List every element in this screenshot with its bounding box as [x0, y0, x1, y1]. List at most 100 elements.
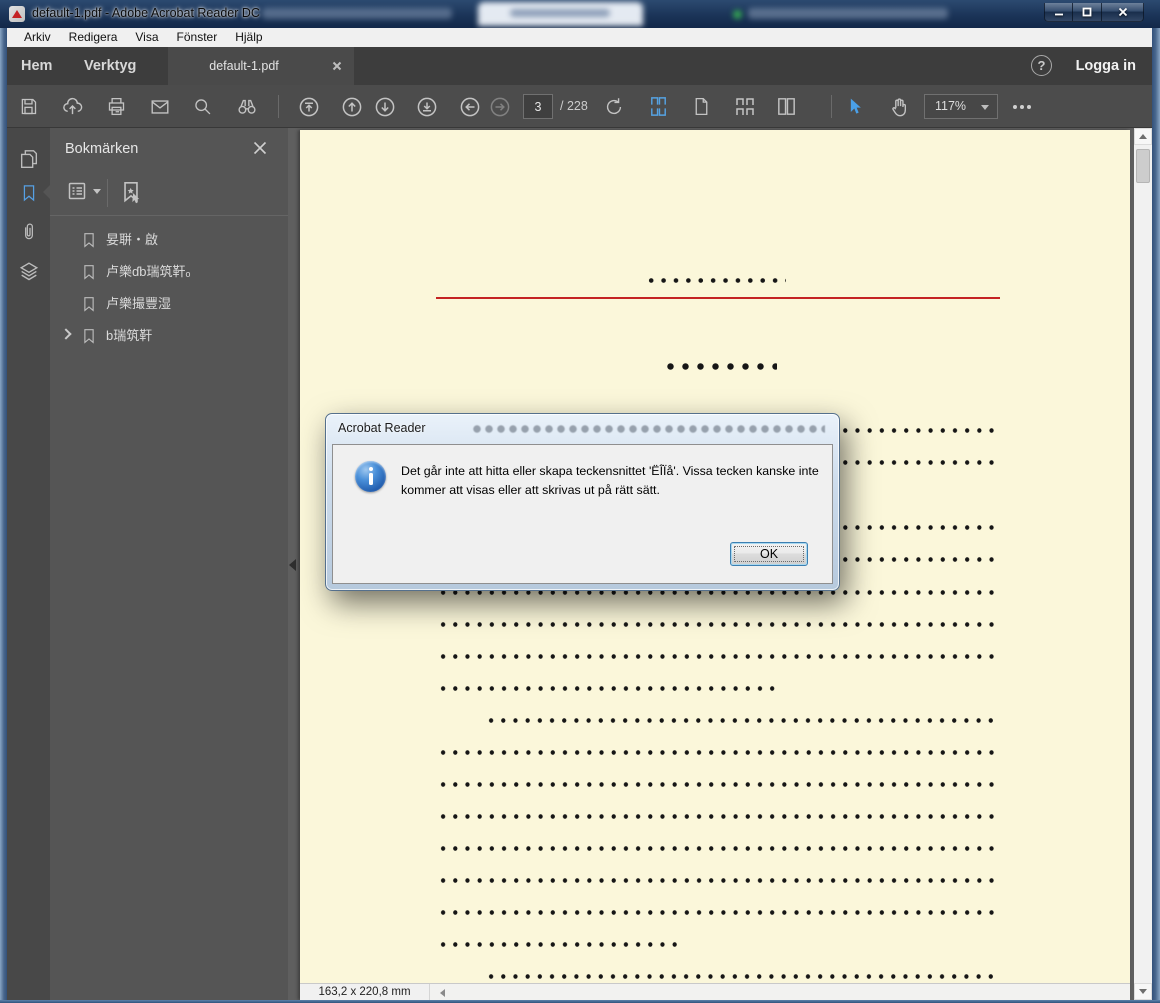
menu-item-visa[interactable]: Visa: [126, 28, 167, 47]
panel-toolbar-separator: [107, 179, 108, 207]
tab-tools[interactable]: Verktyg: [84, 47, 136, 85]
bookmark-options-icon[interactable]: [66, 179, 101, 203]
panel-collapse-handle[interactable]: [289, 552, 299, 578]
text-dots-row: [663, 363, 777, 370]
minimize-button[interactable]: [1044, 3, 1073, 22]
dialog-message-line1: Det går inte att hitta eller skapa tecke…: [401, 464, 819, 478]
ok-button[interactable]: OK: [730, 542, 808, 566]
chevron-right-icon[interactable]: [60, 328, 72, 340]
text-dots-row: [645, 278, 786, 283]
first-page-icon[interactable]: [295, 93, 322, 120]
hand-tool-icon[interactable]: [885, 93, 912, 120]
bookmark-label: b瑞筑靬: [106, 328, 153, 343]
page-size-indicator: 163,2 x 220,8 mm: [300, 984, 430, 1000]
menu-item-hjälp[interactable]: Hjälp: [226, 28, 271, 47]
page-count-label: / 228: [560, 99, 588, 113]
layers-icon[interactable]: [15, 257, 42, 284]
info-icon: [355, 461, 386, 492]
bookmark-icon: [84, 329, 94, 344]
panel-title: Bokmärken: [65, 141, 139, 157]
text-dots-row: [437, 654, 999, 659]
acrobat-app-icon: [9, 6, 25, 22]
attachments-icon[interactable]: [15, 218, 42, 245]
email-icon[interactable]: [146, 93, 173, 120]
panel-toolbar: [50, 170, 288, 216]
next-page-icon[interactable]: [371, 93, 398, 120]
menu-item-arkiv[interactable]: Arkiv: [15, 28, 60, 47]
bookmark-item[interactable]: 妟聠・啟: [50, 224, 288, 256]
forward-view-icon[interactable]: [486, 93, 513, 120]
last-page-icon[interactable]: [413, 93, 440, 120]
dialog-message: Det går inte att hitta eller skapa tecke…: [401, 462, 826, 499]
background-window-blur: [510, 9, 610, 17]
chevron-down-icon: [93, 188, 101, 194]
menu-item-redigera[interactable]: Redigera: [60, 28, 127, 47]
bookmark-item[interactable]: b瑞筑靬: [50, 320, 288, 352]
tab-bar: Hem Verktyg default-1.pdf ? Logga in: [7, 47, 1152, 85]
text-dots-row: [485, 974, 999, 979]
bookmark-item[interactable]: 卢樂撮豐湿: [50, 288, 288, 320]
toolbar-separator: [831, 95, 832, 118]
bookmark-icon: [84, 233, 94, 248]
menu-item-fönster[interactable]: Fönster: [168, 28, 227, 47]
bookmark-item[interactable]: 卢樂ɗb瑞筑靬ₒ: [50, 256, 288, 288]
bookmark-label: 妟聠・啟: [106, 232, 159, 247]
close-button[interactable]: [1102, 3, 1144, 22]
zoom-level-dropdown[interactable]: 117%: [924, 94, 998, 119]
text-dots-row: [437, 942, 682, 947]
bookmarks-panel: Bokmärken 妟聠・啟 卢樂ɗb瑞筑靬ₒ 卢樂撮豐湿 b瑞筑靬: [50, 128, 288, 1000]
dialog-title: Acrobat Reader: [338, 421, 426, 435]
text-dots-row: [437, 686, 780, 691]
text-dots-row: [437, 622, 999, 627]
tab-document[interactable]: default-1.pdf: [168, 47, 354, 85]
scrolling-view-icon[interactable]: [645, 93, 672, 120]
advanced-search-icon[interactable]: [233, 93, 260, 120]
bookmark-label: 卢樂ɗb瑞筑靬ₒ: [106, 264, 191, 279]
help-icon[interactable]: ?: [1031, 55, 1052, 76]
new-bookmark-icon[interactable]: [118, 179, 144, 205]
bookmark-icon: [84, 297, 94, 312]
panel-close-icon[interactable]: [252, 140, 270, 158]
background-favicon-blur: [733, 10, 742, 19]
more-tools-icon[interactable]: [1007, 93, 1037, 120]
main-toolbar: / 228 117%: [7, 85, 1152, 128]
background-window-blur: [748, 8, 948, 19]
rotate-view-icon[interactable]: [600, 93, 627, 120]
window-border-left: [0, 28, 7, 1000]
panel-header: Bokmärken: [50, 128, 288, 170]
save-icon[interactable]: [15, 93, 42, 120]
scrollbar-thumb[interactable]: [1136, 149, 1150, 183]
text-dots-row: [437, 878, 999, 883]
glass-blur-dots: [471, 425, 825, 433]
maximize-button[interactable]: [1073, 3, 1102, 22]
previous-page-icon[interactable]: [338, 93, 365, 120]
page-thumbnails-icon[interactable]: [15, 145, 42, 172]
multi-page-view-icon[interactable]: [731, 93, 758, 120]
window-title: default-1.pdf - Adobe Acrobat Reader DC: [32, 6, 260, 20]
font-warning-dialog: Acrobat Reader Det går inte att hitta el…: [325, 413, 840, 591]
print-icon[interactable]: [103, 93, 130, 120]
tab-home[interactable]: Hem: [21, 47, 52, 85]
cloud-upload-icon[interactable]: [59, 93, 86, 120]
search-icon[interactable]: [189, 93, 216, 120]
page-number-input[interactable]: [523, 94, 553, 119]
scroll-left-icon[interactable]: [440, 989, 445, 997]
bookmark-label: 卢樂撮豐湿: [106, 296, 172, 311]
tab-close-icon[interactable]: [332, 61, 342, 71]
document-tab-label: default-1.pdf: [209, 59, 279, 73]
dialog-message-line2: kommer att visas eller att skrivas ut på…: [401, 482, 660, 497]
select-tool-icon[interactable]: [841, 93, 868, 120]
bookmarks-panel-icon[interactable]: [15, 179, 42, 206]
chevron-down-icon: [981, 105, 989, 110]
vertical-scrollbar[interactable]: [1134, 128, 1152, 1000]
single-page-view-icon[interactable]: [688, 93, 715, 120]
bookmark-list: 妟聠・啟 卢樂ɗb瑞筑靬ₒ 卢樂撮豐湿 b瑞筑靬: [50, 224, 288, 352]
sign-in-button[interactable]: Logga in: [1076, 47, 1136, 85]
two-page-view-icon[interactable]: [773, 93, 800, 120]
text-dots-row: [485, 718, 999, 723]
scroll-up-icon[interactable]: [1134, 128, 1152, 145]
horizontal-scrollbar[interactable]: 163,2 x 220,8 mm: [300, 983, 1130, 1000]
back-view-icon[interactable]: [456, 93, 483, 120]
active-panel-notch: [43, 185, 50, 199]
scroll-down-icon[interactable]: [1134, 983, 1152, 1000]
